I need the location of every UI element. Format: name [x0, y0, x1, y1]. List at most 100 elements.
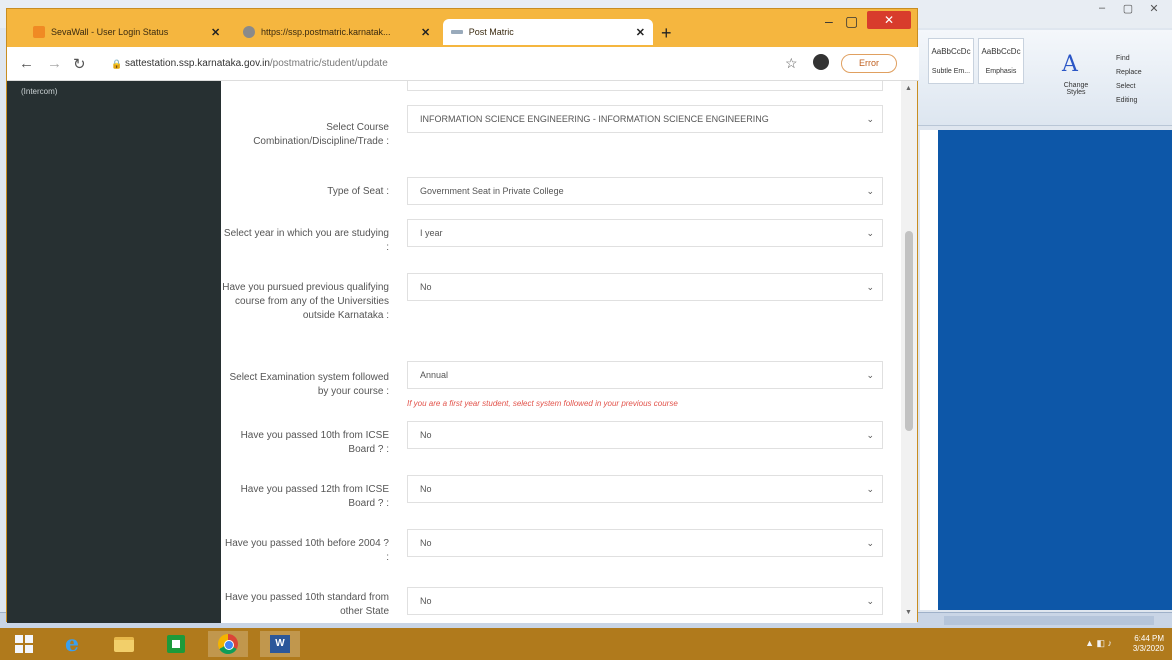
icse-12th-label: Have you passed 12th from ICSE Board ? :: [240, 484, 389, 509]
icse-12th-select[interactable]: No ⌄: [407, 475, 883, 503]
scroll-down-icon[interactable]: ▼: [905, 609, 912, 616]
select-value: I year: [420, 228, 443, 238]
word-button[interactable]: W: [260, 631, 300, 657]
tab-bar: SevaWall - User Login Status ✕ https://s…: [7, 9, 919, 47]
previous-field-select[interactable]: [407, 81, 883, 91]
course-combination-select[interactable]: INFORMATION SCIENCE ENGINEERING - INFORM…: [407, 105, 883, 133]
scroll-thumb[interactable]: [905, 231, 913, 431]
tab-title: SevaWall - User Login Status: [51, 27, 169, 37]
other-state-select[interactable]: No ⌄: [407, 587, 883, 615]
style-name: Emphasis: [985, 68, 1017, 75]
select-value: No: [420, 596, 432, 606]
other-state-label: Have you passed 10th standard from other…: [225, 592, 389, 617]
outside-karnataka-select[interactable]: No ⌄: [407, 273, 883, 301]
close-tab-icon[interactable]: ✕: [211, 26, 220, 39]
close-tab-icon[interactable]: ✕: [636, 26, 645, 39]
tab-ssp-postmatric[interactable]: https://ssp.postmatric.karnatak... ✕: [235, 19, 438, 45]
seat-type-select[interactable]: Government Seat in Private College ⌄: [407, 177, 883, 205]
change-styles-label: Change Styles: [1063, 82, 1089, 96]
before-2004-select[interactable]: No ⌄: [407, 529, 883, 557]
url-host: sattestation.ssp.karnataka.gov.in: [125, 58, 270, 69]
system-tray-icons[interactable]: ▲ ◧ ♪: [1085, 638, 1112, 649]
close-tab-icon[interactable]: ✕: [421, 26, 430, 39]
find-button[interactable]: Find: [1116, 52, 1142, 66]
scroll-up-icon[interactable]: ▲: [905, 85, 912, 92]
bookmark-star-icon[interactable]: ☆: [785, 55, 798, 72]
minimize-icon[interactable]: –: [825, 13, 833, 29]
chevron-down-icon: ⌄: [866, 186, 874, 196]
tab-post-matric[interactable]: Post Matric ✕: [443, 19, 653, 45]
application-form: Select Course Combination/Discipline/Tra…: [221, 81, 901, 623]
web-page: (Intercom) Select Course Combination/Dis…: [7, 81, 917, 623]
tab-title: Post Matric: [468, 27, 514, 37]
select-value: No: [420, 538, 432, 548]
course-combination-label: Select Course Combination/Discipline/Tra…: [253, 122, 389, 147]
select-value: No: [420, 282, 432, 292]
globe-icon: [243, 26, 255, 38]
select-value: No: [420, 484, 432, 494]
style-name: Subtle Em...: [931, 68, 971, 75]
select-value: Government Seat in Private College: [420, 186, 564, 196]
style-emphasis[interactable]: AaBbCcDc Emphasis: [978, 38, 1024, 84]
forward-arrow-icon[interactable]: →: [47, 55, 62, 72]
exam-system-hint: If you are a first year student, select …: [407, 399, 678, 408]
reload-icon[interactable]: ↻: [73, 55, 86, 73]
style-preview: AaBbCcDc: [981, 47, 1021, 56]
address-bar[interactable]: 🔒 sattestation.ssp.karnataka.gov.in/post…: [109, 53, 769, 75]
icse-10th-label: Have you passed 10th from ICSE Board ? :: [240, 430, 389, 455]
chevron-down-icon: ⌄: [866, 596, 874, 606]
page-scrollbar[interactable]: ▲ ▼: [901, 81, 917, 623]
file-explorer-button[interactable]: [104, 631, 144, 657]
word-window-controls: – ▢ ✕: [1090, 2, 1166, 18]
zoom-slider[interactable]: [944, 616, 1154, 625]
windows-logo-icon: [15, 635, 33, 653]
url-path: /postmatric/student/update: [269, 58, 388, 69]
start-button[interactable]: [4, 631, 44, 657]
tab-title: https://ssp.postmatric.karnatak...: [261, 27, 391, 37]
clock[interactable]: 6:44 PM 3/3/2020: [1133, 634, 1164, 654]
word-close-icon[interactable]: ✕: [1142, 2, 1166, 18]
replace-button[interactable]: Replace: [1116, 66, 1142, 80]
new-tab-icon[interactable]: +: [661, 23, 672, 44]
browser-toolbar: ← → ↻ 🔒 sattestation.ssp.karnataka.gov.i…: [7, 47, 919, 81]
editing-group: Find Replace Select Editing: [1116, 52, 1142, 108]
internet-explorer-icon: e: [65, 631, 79, 657]
chevron-down-icon: ⌄: [866, 228, 874, 238]
profile-avatar-icon[interactable]: [813, 54, 829, 70]
taskbar: e W ▲ ◧ ♪ 6:44 PM 3/3/2020: [0, 628, 1172, 660]
sevawall-favicon-icon: [33, 26, 45, 38]
word-maximize-icon[interactable]: ▢: [1116, 2, 1140, 18]
style-subtle-emphasis[interactable]: AaBbCcDc Subtle Em...: [928, 38, 974, 84]
chrome-button[interactable]: [208, 631, 248, 657]
exam-system-select[interactable]: Annual ⌄: [407, 361, 883, 389]
sidebar-item[interactable]: (Intercom): [21, 87, 57, 96]
icse-10th-select[interactable]: No ⌄: [407, 421, 883, 449]
word-minimize-icon[interactable]: –: [1090, 2, 1114, 18]
chevron-down-icon: ⌄: [866, 538, 874, 548]
clock-time: 6:44 PM: [1134, 634, 1164, 643]
exam-system-label: Select Examination system followed by yo…: [229, 372, 389, 397]
seat-type-label: Type of Seat :: [327, 186, 389, 197]
chevron-down-icon: ⌄: [866, 114, 874, 124]
chevron-down-icon: ⌄: [866, 282, 874, 292]
outside-karnataka-label: Have you pursued previous qualifying cou…: [222, 282, 389, 321]
select-value: No: [420, 430, 432, 440]
store-icon: [167, 635, 185, 653]
word-document-page: [920, 130, 938, 610]
back-arrow-icon[interactable]: ←: [19, 55, 34, 72]
tab-sevawall[interactable]: SevaWall - User Login Status ✕: [25, 19, 228, 45]
error-badge[interactable]: Error: [841, 54, 897, 73]
sidebar: (Intercom): [7, 81, 221, 623]
word-workspace: [938, 130, 1172, 610]
internet-explorer-button[interactable]: e: [52, 631, 92, 657]
browser-window: SevaWall - User Login Status ✕ https://s…: [6, 8, 919, 623]
word-icon: W: [270, 635, 290, 653]
chevron-down-icon: ⌄: [866, 484, 874, 494]
study-year-select[interactable]: I year ⌄: [407, 219, 883, 247]
store-button[interactable]: [156, 631, 196, 657]
change-styles-icon[interactable]: A: [1062, 52, 1078, 77]
chrome-icon: [218, 634, 238, 654]
close-window-icon[interactable]: ✕: [867, 11, 911, 29]
maximize-icon[interactable]: ▢: [845, 13, 858, 30]
select-button[interactable]: Select: [1116, 80, 1142, 94]
